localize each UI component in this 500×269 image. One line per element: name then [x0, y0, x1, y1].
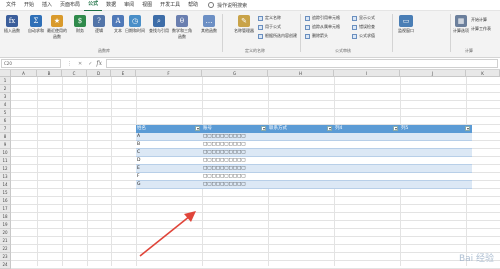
watermark: Bai 经验	[458, 254, 494, 264]
arrow-shaft	[139, 215, 191, 257]
annotation-arrow	[139, 211, 196, 257]
